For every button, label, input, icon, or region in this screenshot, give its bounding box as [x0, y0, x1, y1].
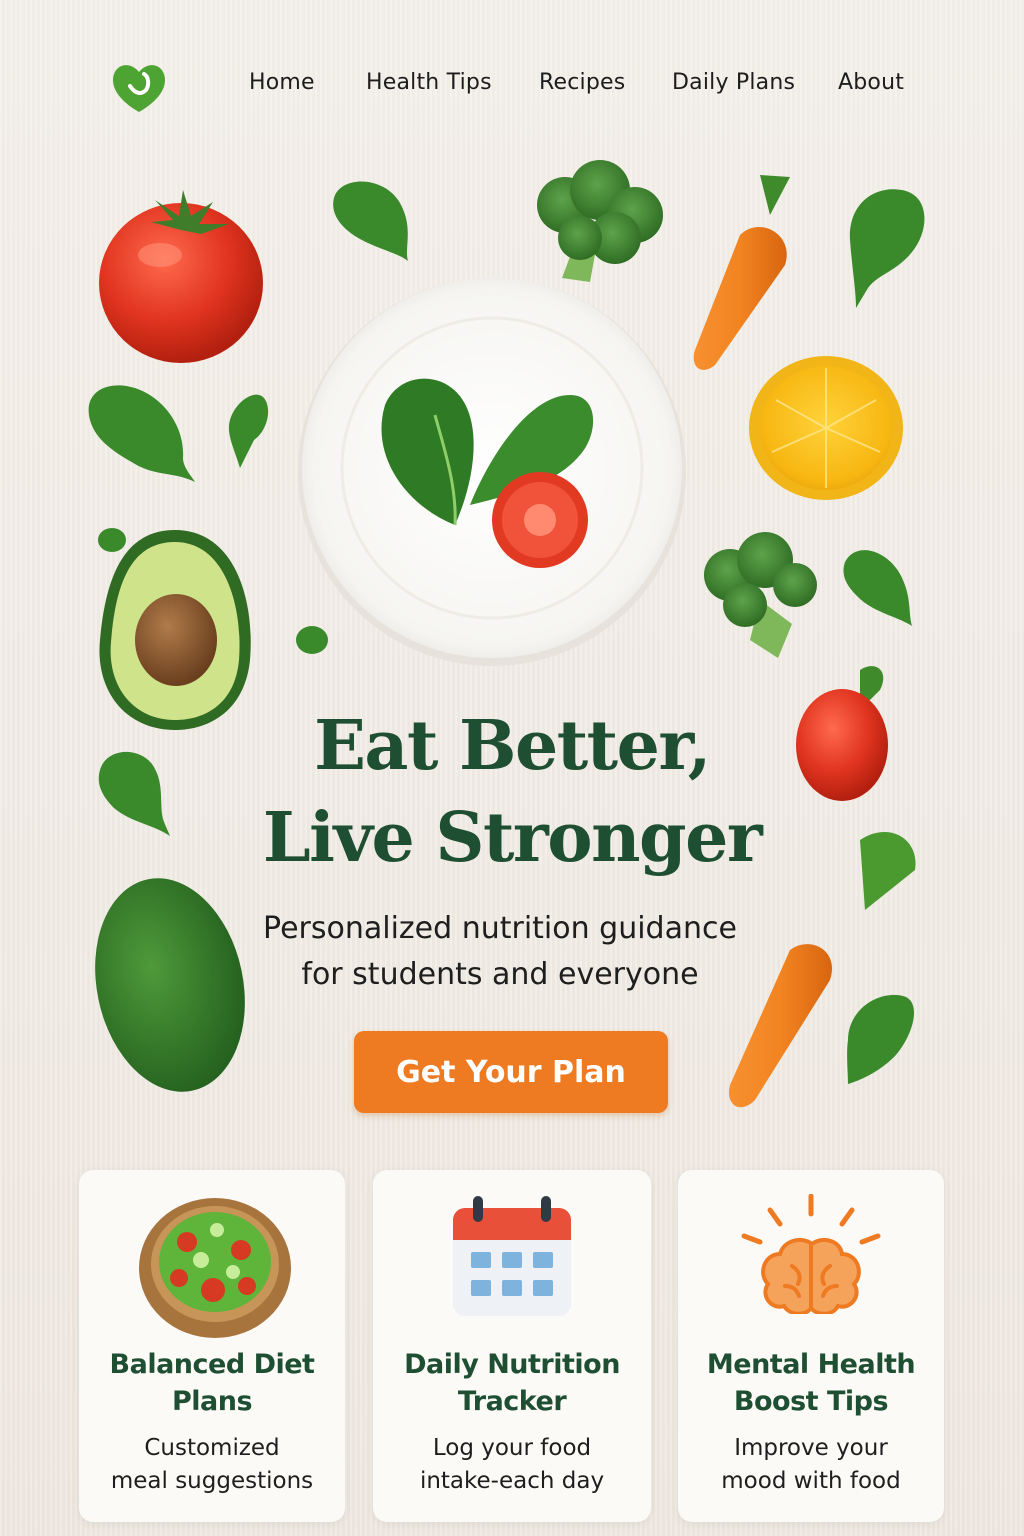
card-desc-line-2: meal suggestions	[110, 1468, 314, 1494]
calendar-icon	[453, 1196, 571, 1316]
card-title-line-2: Boost Tips	[733, 1386, 889, 1417]
card-title-line-2: Tracker	[457, 1386, 567, 1417]
card-title-line-2: Plans	[171, 1386, 253, 1417]
card-description: Improve your mood with food	[678, 1432, 944, 1498]
nav-recipes[interactable]: Recipes	[539, 62, 625, 104]
headline-line-2: Live Stronger	[262, 798, 763, 878]
subhead-line-2: for students and everyone	[301, 957, 699, 992]
card-title-line-1: Daily Nutrition	[404, 1349, 620, 1380]
card-desc-line-1: Log your food	[432, 1435, 592, 1461]
card-desc-line-1: Improve your	[734, 1435, 888, 1461]
feature-card-mental-health[interactable]: Mental Health Boost Tips Improve your mo…	[678, 1170, 944, 1522]
lemon-image	[749, 356, 903, 500]
brain-icon	[741, 1194, 881, 1314]
card-description: Customized meal suggestions	[79, 1432, 345, 1498]
hero-subhead: Personalized nutrition guidance for stud…	[0, 906, 1000, 998]
main-nav: Home Health Tips Recipes Daily Plans Abo…	[0, 62, 1024, 104]
tomato-image	[99, 190, 263, 363]
card-desc-line-2: intake-each day	[419, 1468, 605, 1494]
card-desc-line-2: mood with food	[721, 1468, 901, 1494]
card-title: Daily Nutrition Tracker	[373, 1346, 651, 1420]
nav-health-tips[interactable]: Health Tips	[366, 62, 492, 104]
card-title-line-1: Mental Health	[706, 1349, 916, 1380]
plate-image	[298, 278, 686, 666]
feature-card-nutrition-tracker[interactable]: Daily Nutrition Tracker Log your food in…	[373, 1170, 651, 1522]
nav-daily-plans[interactable]: Daily Plans	[672, 62, 795, 104]
hero-headline: Eat Better, Live Stronger	[0, 700, 1024, 884]
card-title: Mental Health Boost Tips	[678, 1346, 944, 1420]
nav-about[interactable]: About	[838, 62, 904, 104]
salad-bowl-icon	[139, 1198, 291, 1338]
get-your-plan-button[interactable]: Get Your Plan	[354, 1031, 668, 1113]
feature-card-balanced-diet[interactable]: Balanced Diet Plans Customized meal sugg…	[79, 1170, 345, 1522]
card-desc-line-1: Customized	[144, 1435, 280, 1461]
card-description: Log your food intake-each day	[373, 1432, 651, 1498]
card-title-line-1: Balanced Diet	[109, 1349, 315, 1380]
card-title: Balanced Diet Plans	[79, 1346, 345, 1420]
nav-home[interactable]: Home	[249, 62, 315, 104]
subhead-line-1: Personalized nutrition guidance	[263, 911, 737, 946]
headline-line-1: Eat Better,	[314, 706, 711, 786]
